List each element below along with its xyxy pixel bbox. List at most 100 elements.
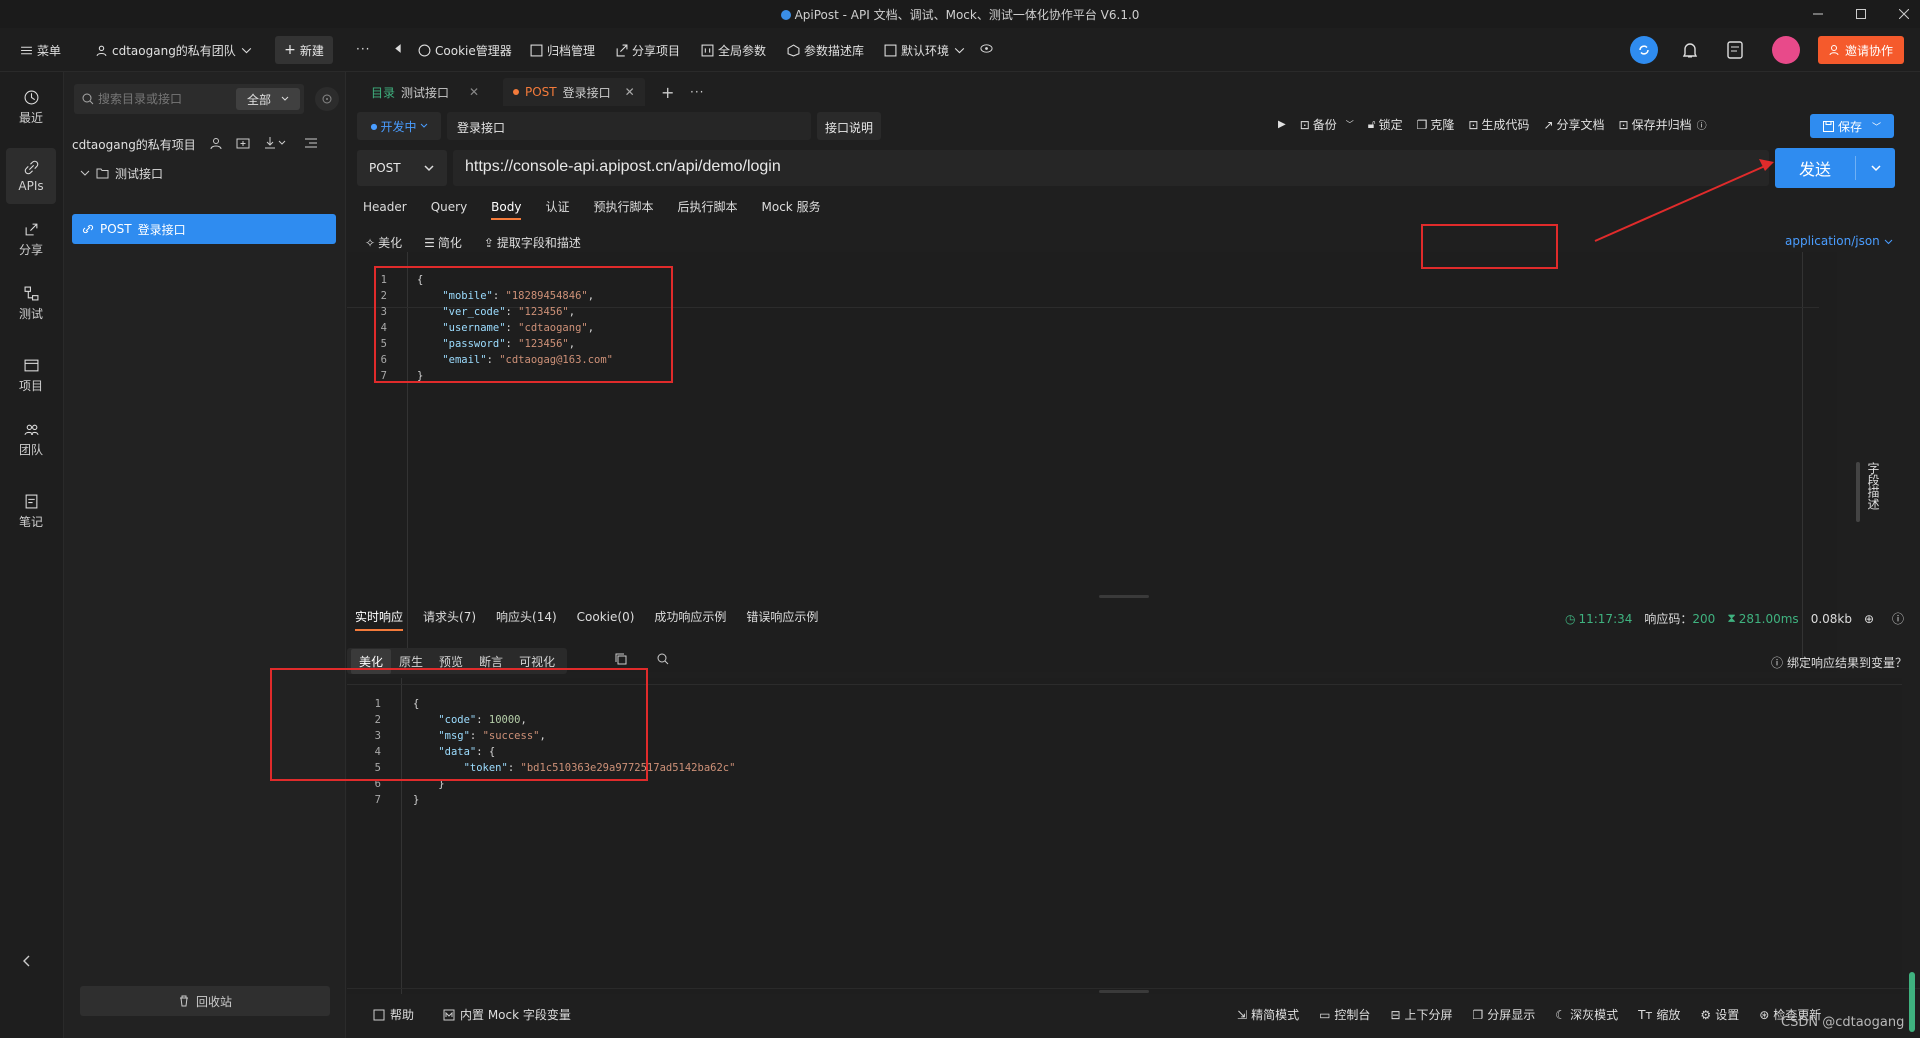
link-icon	[82, 224, 94, 234]
nav-notes[interactable]: 笔记	[6, 484, 56, 540]
more-icon[interactable]: ···	[356, 42, 370, 56]
cube-icon	[787, 44, 800, 57]
sidebar: 全部 cdtaogang的私有项目 测试接口 POST 登录接口 回收站	[64, 72, 346, 1038]
dark-gray-mode-button[interactable]: ☾ 深灰模式	[1555, 1006, 1618, 1023]
gear-icon: ⚙	[1700, 1007, 1712, 1022]
new-label: 新建	[299, 43, 324, 58]
annotation-arrow	[1594, 159, 1774, 242]
team-icon	[96, 45, 107, 57]
params-icon	[701, 44, 714, 57]
trash-icon	[179, 995, 188, 1007]
book-icon	[373, 1009, 385, 1020]
folder-icon	[24, 359, 38, 372]
footer-actions: ⇲ 精简模式 ▭ 控制台 ⊟ 上下分屏 ❐ 分屏显示 ☾ 深灰模式 Tт 缩放 ⚙ 设置 ⊛ 检…	[1237, 1006, 1821, 1023]
app-logo-icon	[780, 10, 791, 20]
chevron-down-icon	[281, 96, 289, 101]
eye-icon[interactable]	[980, 42, 993, 55]
chevron-down-icon	[80, 170, 90, 176]
menu-label: 菜单	[37, 44, 62, 58]
nav-share[interactable]: 分享	[6, 212, 56, 268]
sort-icon[interactable]	[304, 136, 318, 150]
close-button[interactable]	[1886, 2, 1920, 26]
team-selector[interactable]: cdtaogang的私有团队	[95, 42, 253, 59]
import-icon[interactable]	[264, 136, 286, 150]
compact-icon: ⇲	[1237, 1007, 1248, 1022]
user-plus-icon	[1829, 45, 1839, 56]
param-library-button[interactable]: 参数描述库	[787, 42, 864, 59]
nav-team[interactable]: 团队	[6, 412, 56, 468]
title-bar: ApiPost - API 文档、调试、Mock、测试一体化协作平台 V6.1.…	[0, 0, 1920, 28]
minimize-button[interactable]	[1800, 2, 1836, 26]
archive-icon	[530, 44, 543, 57]
collapse-sidebar-icon[interactable]	[20, 954, 34, 968]
maximize-button[interactable]	[1843, 2, 1879, 26]
menu-button[interactable]: 菜单	[20, 42, 61, 59]
add-member-icon[interactable]	[209, 136, 223, 150]
mock-vars-button[interactable]: 内置 Mock 字段变量	[443, 1006, 571, 1023]
collapse-arrow-icon[interactable]	[392, 42, 405, 55]
watermark: CSDN @cdtaogang	[1781, 1015, 1905, 1030]
new-button[interactable]: + 新建	[275, 36, 333, 64]
compact-mode-button[interactable]: ⇲ 精简模式	[1237, 1006, 1299, 1023]
api-method: POST	[100, 222, 132, 236]
settings-button[interactable]: ⚙ 设置	[1700, 1006, 1739, 1023]
help-button[interactable]: 帮助	[373, 1006, 414, 1023]
hamburger-icon	[21, 46, 32, 55]
share-icon	[25, 223, 37, 236]
chevron-down-icon	[241, 47, 252, 54]
nav-recent[interactable]: 最近	[6, 80, 56, 136]
filter-select[interactable]: 全部	[236, 88, 300, 110]
cookie-manager-button[interactable]: Cookie管理器	[418, 42, 512, 59]
team-icon	[24, 424, 38, 436]
cookie-icon	[418, 44, 431, 57]
notes-icon[interactable]	[1727, 41, 1743, 59]
update-icon: ⊛	[1759, 1007, 1770, 1022]
split-icon: ⊟	[1390, 1007, 1401, 1022]
window-title: ApiPost - API 文档、调试、Mock、测试一体化协作平台 V6.1.…	[0, 6, 1920, 23]
search-input[interactable]	[98, 84, 228, 114]
vertical-split-button[interactable]: ⊟ 上下分屏	[1390, 1006, 1452, 1023]
zoom-button[interactable]: Tт 缩放	[1638, 1006, 1680, 1023]
trash-button[interactable]: 回收站	[80, 986, 330, 1016]
api-item-login[interactable]: POST 登录接口	[72, 214, 336, 244]
font-size-icon: Tт	[1638, 1007, 1653, 1022]
clock-icon	[24, 90, 38, 105]
sync-icon[interactable]	[1630, 36, 1658, 64]
scroll-indicator[interactable]	[1909, 972, 1915, 1032]
folder-icon	[96, 168, 109, 179]
moon-icon: ☾	[1555, 1007, 1567, 1022]
split-display-button[interactable]: ❐ 分屏显示	[1473, 1006, 1536, 1023]
locate-icon[interactable]	[315, 87, 339, 111]
link-icon	[24, 160, 38, 174]
share-icon	[616, 44, 628, 57]
mock-icon	[443, 1009, 455, 1020]
console-button[interactable]: ▭ 控制台	[1319, 1006, 1370, 1023]
main-panel: 目录 测试接口 ✕ POST 登录接口 ✕ + ··· ● 开发中 登录接口 接…	[270, 72, 1920, 1038]
share-project-button[interactable]: 分享项目	[615, 42, 680, 59]
project-name: cdtaogang的私有项目	[72, 138, 196, 152]
note-icon	[25, 494, 37, 509]
env-icon	[884, 44, 897, 57]
nav-apis[interactable]: APIs	[6, 148, 56, 204]
search-box: 全部	[74, 84, 304, 114]
environment-selector[interactable]: 默认环境	[884, 42, 966, 59]
new-folder-icon[interactable]	[236, 136, 250, 150]
invite-button[interactable]: 邀请协作	[1818, 36, 1904, 64]
api-name: 登录接口	[137, 222, 186, 237]
flow-icon	[24, 286, 38, 301]
team-name: cdtaogang的私有团队	[112, 44, 236, 58]
global-params-button[interactable]: 全局参数	[701, 42, 766, 59]
nav-project[interactable]: 项目	[6, 348, 56, 404]
bell-icon[interactable]	[1682, 41, 1698, 59]
copy-icon: ❐	[1472, 1007, 1484, 1022]
avatar[interactable]	[1772, 36, 1800, 64]
left-nav: 最近 APIs 分享 测试 项目 团队 笔记	[0, 72, 64, 1038]
archive-button[interactable]: 归档管理	[530, 42, 595, 59]
chevron-down-icon	[954, 47, 965, 54]
top-toolbar: 菜单 cdtaogang的私有团队 + 新建 ··· Cookie管理器 归档管…	[0, 28, 1920, 72]
nav-test[interactable]: 测试	[6, 276, 56, 332]
folder-item[interactable]: 测试接口	[72, 158, 336, 188]
console-icon: ▭	[1319, 1007, 1331, 1022]
search-icon	[82, 93, 94, 105]
plus-icon: +	[284, 42, 296, 58]
